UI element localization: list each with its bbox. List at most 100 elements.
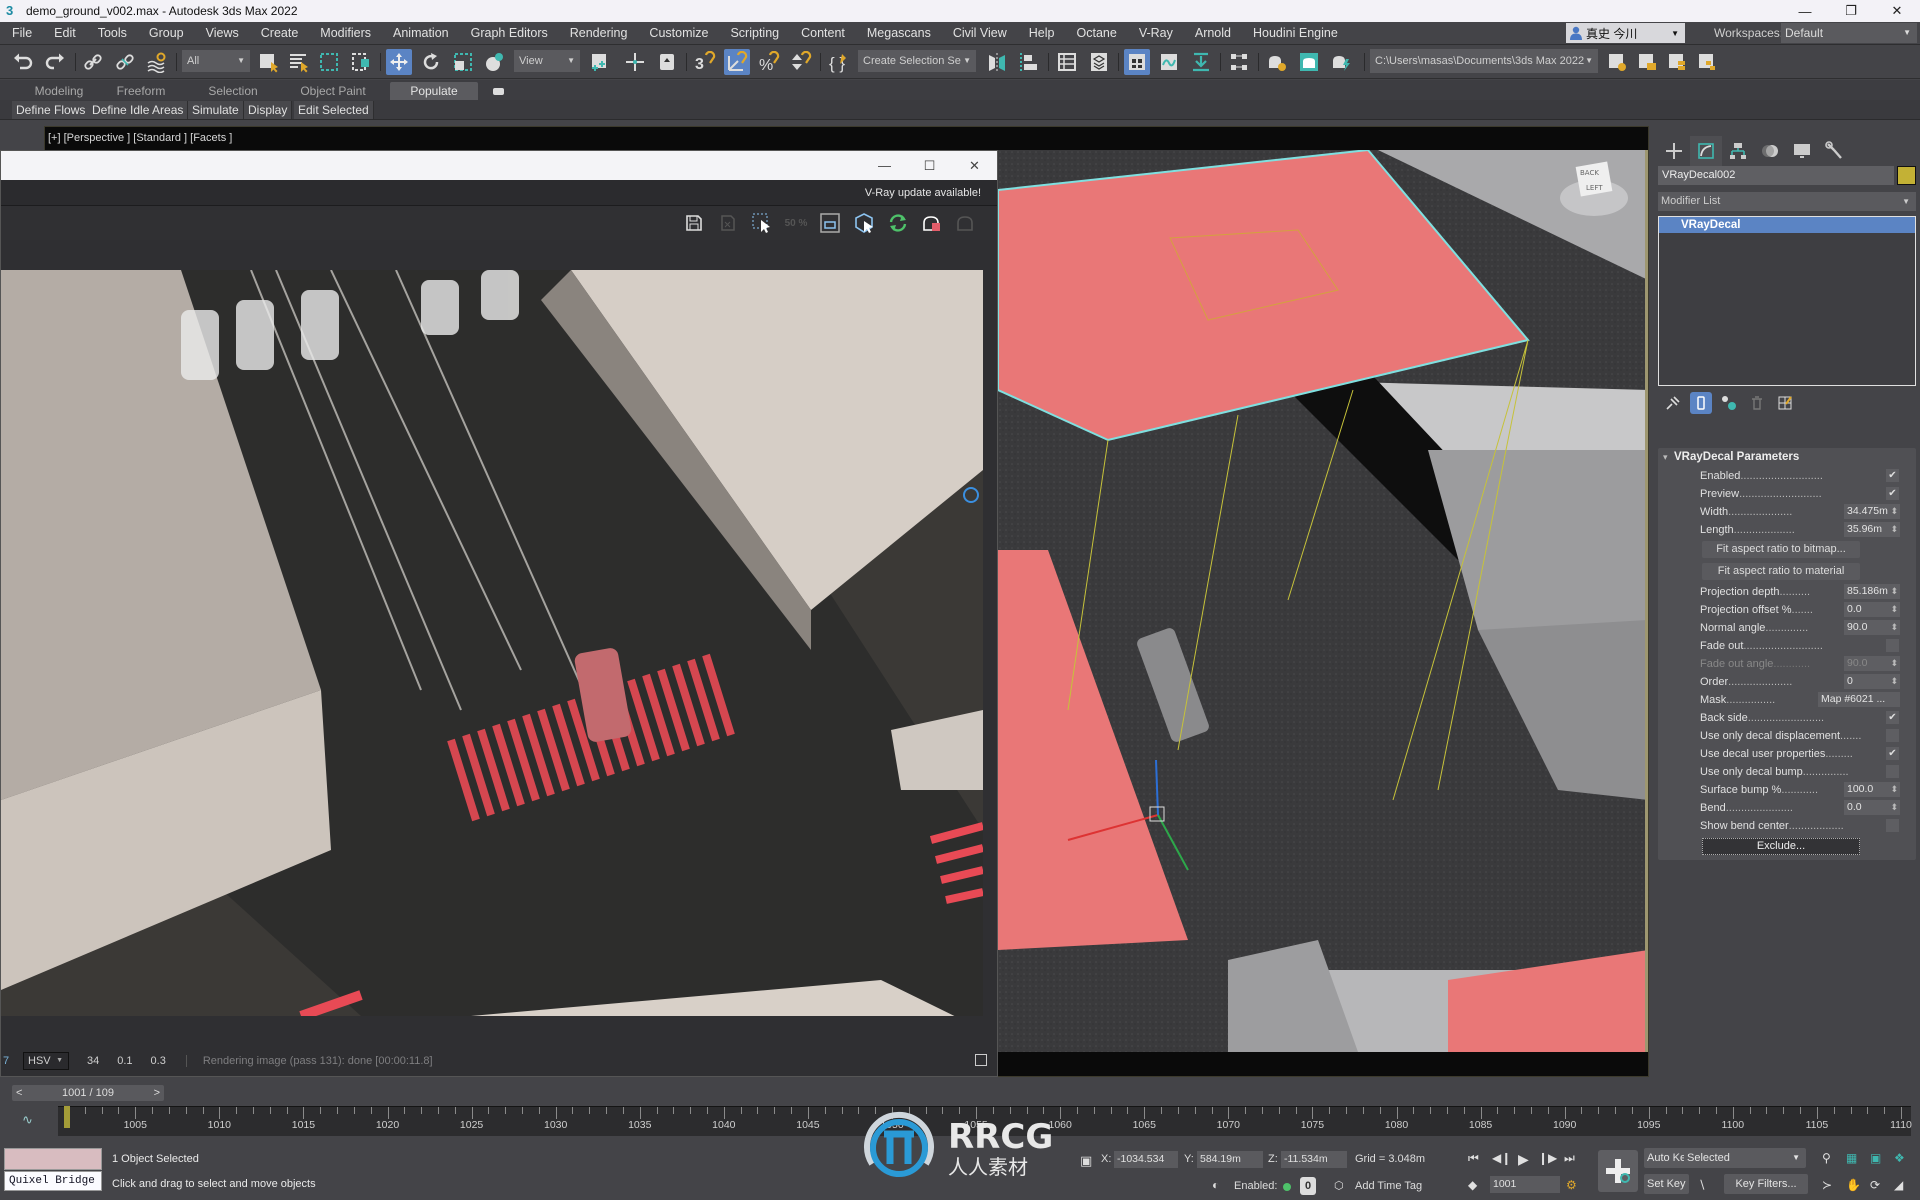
modifier-stack-item-vraydecal[interactable]: VRayDecal xyxy=(1659,217,1915,233)
track-ruler[interactable]: 1005 1010 1015 1020 1025 1030 1035 1040 1045 1050… xyxy=(58,1106,1912,1136)
preview-checkbox[interactable]: ✔ xyxy=(1886,487,1899,500)
select-and-scale-button[interactable] xyxy=(450,49,476,75)
add-time-tag-button[interactable]: Add Time Tag xyxy=(1355,1180,1422,1192)
key-tangent-icon[interactable]: ∖ xyxy=(1698,1178,1706,1192)
time-slider-thumb[interactable]: < 1001 / 109 > xyxy=(12,1085,164,1101)
mirror-button[interactable] xyxy=(984,49,1010,75)
projection-offset-spinner[interactable]: 0.0 xyxy=(1844,602,1900,617)
viewport-label[interactable]: [+] [Perspective ] [Standard ] [Facets ] xyxy=(48,132,232,144)
zoom-extents-all-icon[interactable]: ❖ xyxy=(1894,1151,1905,1165)
menu-create[interactable]: Create xyxy=(250,22,310,45)
color-mode-dropdown[interactable]: HSV ▼ xyxy=(23,1052,69,1070)
show-bend-center-checkbox[interactable] xyxy=(1886,819,1899,832)
fit-aspect-ratio-to-bitmap-button[interactable]: Fit aspect ratio to bitmap... xyxy=(1702,541,1860,558)
menu-file[interactable]: File xyxy=(0,22,43,45)
stop-render-button[interactable] xyxy=(953,211,979,235)
select-manipulate-button[interactable] xyxy=(622,49,648,75)
back-side-checkbox[interactable]: ✔ xyxy=(1886,711,1899,724)
render-setup-button[interactable] xyxy=(1264,49,1290,75)
region-render-button[interactable] xyxy=(749,211,775,235)
close-button[interactable]: ✕ xyxy=(1874,0,1920,22)
pin-stack-button[interactable] xyxy=(1662,392,1684,414)
ribbon-options-button[interactable] xyxy=(486,82,510,100)
tab-hierarchy[interactable] xyxy=(1722,136,1754,166)
absolute-mode-toggle-icon[interactable]: ▣ xyxy=(1080,1153,1092,1169)
select-and-link-button[interactable] xyxy=(80,49,106,75)
undo-button[interactable] xyxy=(10,49,36,75)
create-project-from-selection-button[interactable] xyxy=(1694,49,1720,75)
clear-image-button[interactable] xyxy=(715,211,741,235)
material-editor-button[interactable] xyxy=(1226,49,1252,75)
menu-vray[interactable]: V-Ray xyxy=(1128,22,1184,45)
x-coordinate-field[interactable]: -1034.534 xyxy=(1114,1151,1178,1168)
isolate-count-badge[interactable]: 0 xyxy=(1300,1177,1316,1195)
menu-rendering[interactable]: Rendering xyxy=(559,22,639,45)
render-production-button[interactable] xyxy=(1328,49,1354,75)
percent-snap-toggle-button[interactable]: % xyxy=(756,49,782,75)
menu-help[interactable]: Help xyxy=(1018,22,1066,45)
play-button[interactable]: ▶ xyxy=(1518,1151,1529,1168)
named-selection-dropdown[interactable]: Create Selection Se ▼ xyxy=(858,50,976,72)
menu-houdini-engine[interactable]: Houdini Engine xyxy=(1242,22,1349,45)
menu-civil-view[interactable]: Civil View xyxy=(942,22,1018,45)
tab-populate[interactable]: Populate xyxy=(390,82,478,100)
menu-edit[interactable]: Edit xyxy=(43,22,87,45)
modifier-list-dropdown[interactable]: Modifier List ▼ xyxy=(1658,192,1916,211)
zoom-all-icon[interactable]: ▦ xyxy=(1846,1151,1857,1165)
maxscript-listener-output[interactable] xyxy=(4,1148,102,1170)
rendered-frame-window-button[interactable] xyxy=(1296,49,1322,75)
orbit-icon[interactable]: ⟳ xyxy=(1870,1178,1880,1192)
current-frame-marker[interactable] xyxy=(64,1106,70,1128)
object-color-swatch[interactable] xyxy=(1897,166,1916,185)
menu-graph-editors[interactable]: Graph Editors xyxy=(460,22,559,45)
previous-frame-button[interactable]: ◀❙ xyxy=(1492,1151,1511,1165)
curve-editor-mini-icon[interactable]: ∿ xyxy=(22,1112,33,1128)
render-button[interactable] xyxy=(919,211,945,235)
make-unique-button[interactable] xyxy=(1718,392,1740,414)
zoom-50-button[interactable]: 50 % xyxy=(783,211,809,235)
tab-modify[interactable] xyxy=(1690,136,1722,166)
tab-display[interactable] xyxy=(1786,136,1818,166)
key-mode-toggle-icon[interactable]: ◆ xyxy=(1468,1178,1477,1192)
redo-button[interactable] xyxy=(42,49,68,75)
align-button[interactable] xyxy=(1016,49,1042,75)
tab-motion[interactable] xyxy=(1754,136,1786,166)
configure-modifier-sets-button[interactable] xyxy=(1774,392,1796,414)
tab-create[interactable] xyxy=(1658,136,1690,166)
tab-utilities[interactable] xyxy=(1818,136,1850,166)
minimize-button[interactable]: — xyxy=(1782,0,1828,22)
vfb-title-bar[interactable]: — ☐ ✕ xyxy=(1,151,997,180)
menu-animation[interactable]: Animation xyxy=(382,22,460,45)
remove-modifier-button[interactable] xyxy=(1746,392,1768,414)
set-keys-button[interactable] xyxy=(1598,1150,1638,1192)
go-to-start-button[interactable]: ⏮ xyxy=(1468,1151,1479,1166)
zoom-extents-icon[interactable]: ▣ xyxy=(1870,1151,1881,1165)
workspaces-dropdown[interactable]: Default ▼ xyxy=(1781,23,1917,43)
time-configuration-icon[interactable]: ⚙ xyxy=(1566,1178,1577,1192)
fit-aspect-ratio-to-material-button[interactable]: Fit aspect ratio to material xyxy=(1702,563,1860,580)
track-bar[interactable]: ∿ 1005 1010 1015 1020 1025 1030 1035 1040 1045 10… xyxy=(0,1104,1920,1140)
tab-freeform[interactable]: Freeform xyxy=(104,82,178,100)
reference-coordinate-dropdown[interactable]: View ▼ xyxy=(514,50,580,72)
tab-modeling[interactable]: Modeling xyxy=(22,82,96,100)
pan-view-icon[interactable]: ✋ xyxy=(1846,1178,1861,1192)
field-of-view-icon[interactable]: ≻ xyxy=(1822,1178,1832,1192)
use-only-decal-displacement-checkbox[interactable] xyxy=(1886,729,1899,742)
current-frame-field[interactable]: 1001 xyxy=(1490,1176,1560,1193)
next-frame-button[interactable]: ❙▶ xyxy=(1538,1151,1557,1165)
bend-spinner[interactable]: 0.0 xyxy=(1844,800,1900,815)
maximize-viewport-icon[interactable]: ◢ xyxy=(1894,1178,1903,1192)
normal-angle-spinner[interactable]: 90.0 xyxy=(1844,620,1900,635)
enabled-checkbox[interactable]: ✔ xyxy=(1886,469,1899,482)
mask-map-button[interactable]: Map #6021 ... xyxy=(1818,692,1900,707)
key-filters-button[interactable]: Key Filters... xyxy=(1724,1174,1808,1194)
fit-to-window-button[interactable] xyxy=(817,211,843,235)
display-button[interactable]: Display xyxy=(244,101,293,119)
track-mouse-button[interactable] xyxy=(851,211,877,235)
zoom-icon[interactable]: ⚲ xyxy=(1822,1151,1831,1165)
select-and-move-button[interactable] xyxy=(386,49,412,75)
menu-scripting[interactable]: Scripting xyxy=(719,22,790,45)
menu-tools[interactable]: Tools xyxy=(87,22,138,45)
go-to-end-button[interactable]: ⏭ xyxy=(1564,1151,1575,1166)
fade-out-angle-spinner[interactable]: 90.0 xyxy=(1844,656,1900,671)
